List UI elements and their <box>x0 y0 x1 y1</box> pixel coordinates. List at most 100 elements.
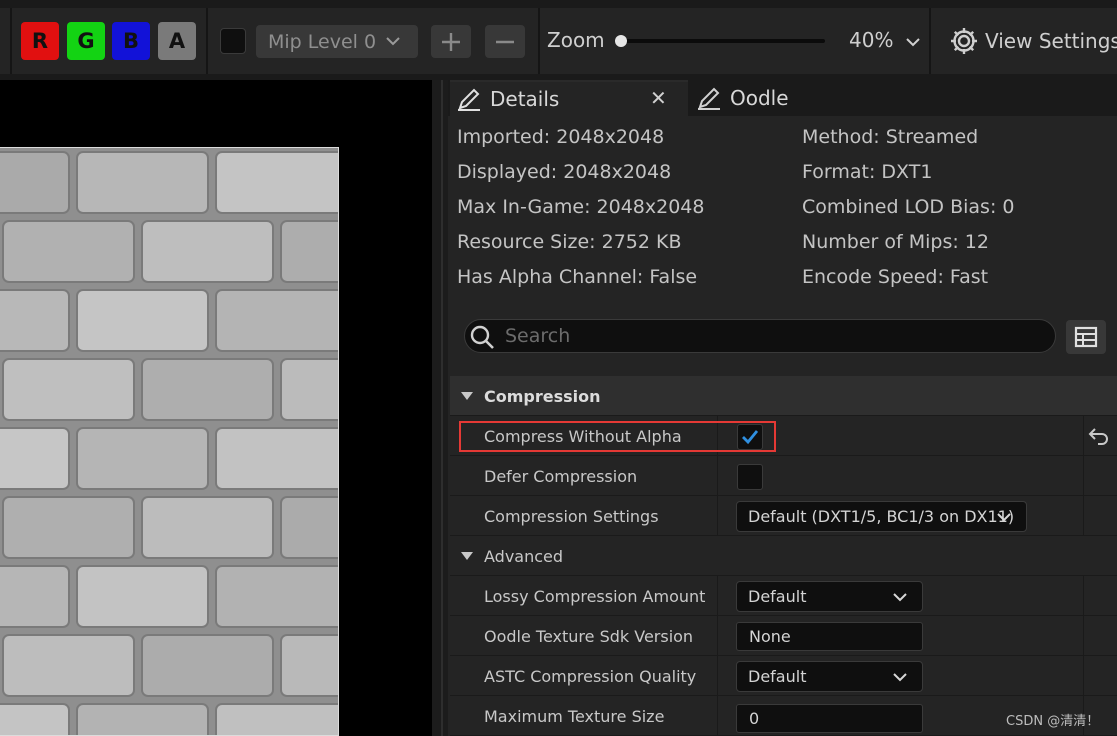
chevron-down-icon <box>906 37 920 46</box>
table-view-button[interactable] <box>1066 320 1106 354</box>
property-row-oodle-sdk-version: Oodle Texture Sdk Version None <box>450 616 1117 656</box>
property-label: Oodle Texture Sdk Version <box>484 626 694 646</box>
property-label: Maximum Texture Size <box>484 706 665 726</box>
gear-icon <box>951 28 977 54</box>
info-max-in-game: Max In-Game: 2048x2048 <box>457 196 705 218</box>
info-num-mips: Number of Mips: 12 <box>802 231 989 253</box>
brick <box>76 151 209 214</box>
column-divider <box>717 696 718 736</box>
tab-oodle-label: Oodle <box>730 86 789 110</box>
property-label: Defer Compression <box>484 466 638 486</box>
category-advanced[interactable]: Advanced <box>450 536 1117 576</box>
column-divider <box>1083 416 1084 456</box>
info-imported: Imported: 2048x2048 <box>457 126 665 148</box>
zoom-value-dropdown[interactable]: 40% <box>849 28 922 52</box>
astc-quality-dropdown[interactable]: Default <box>736 661 923 692</box>
toolbar-separator <box>206 8 208 74</box>
search-icon <box>470 325 494 349</box>
collapse-arrow-icon <box>461 552 473 560</box>
column-divider <box>1083 616 1084 656</box>
zoom-slider-track[interactable] <box>617 39 825 43</box>
oodle-sdk-version-field[interactable]: None <box>736 622 923 651</box>
view-settings-button[interactable]: View Settings <box>949 26 1117 56</box>
chevron-down-icon <box>997 513 1011 522</box>
info-format: Format: DXT1 <box>802 161 933 183</box>
column-divider <box>1083 656 1084 696</box>
dropdown-value: Default <box>748 667 807 686</box>
minus-icon <box>496 40 514 43</box>
defer-compression-checkbox[interactable] <box>737 464 763 490</box>
mip-increase-button[interactable] <box>431 25 471 58</box>
tab-oodle[interactable]: Oodle <box>690 80 890 116</box>
collapse-arrow-icon <box>461 392 473 400</box>
brick <box>2 496 135 559</box>
brick <box>215 289 338 352</box>
texture-preview-image <box>0 147 339 736</box>
brick-texture <box>0 148 338 735</box>
chevron-down-icon <box>893 593 907 602</box>
channel-b-button[interactable]: B <box>112 22 150 60</box>
column-divider <box>1083 496 1084 536</box>
property-label: Compression Settings <box>484 506 659 526</box>
column-divider <box>717 456 718 496</box>
max-texture-size-field[interactable]: 0 <box>736 704 923 733</box>
column-divider <box>717 496 718 536</box>
property-row-astc-quality: ASTC Compression Quality Default <box>450 656 1117 696</box>
brick <box>280 496 338 559</box>
brick <box>215 703 338 735</box>
category-compression-label: Compression <box>484 386 601 406</box>
mip-decrease-button[interactable] <box>485 25 525 58</box>
chevron-down-icon <box>386 37 400 46</box>
column-divider <box>1083 576 1084 616</box>
close-icon[interactable]: ✕ <box>650 86 667 110</box>
property-row-compression-settings: Compression Settings Default (DXT1/5, BC… <box>450 496 1117 536</box>
chevron-down-icon <box>893 673 907 682</box>
details-pencil-icon <box>458 88 480 111</box>
lossy-compression-dropdown[interactable]: Default <box>736 581 923 612</box>
brick <box>76 289 209 352</box>
brick <box>0 565 70 628</box>
brick <box>0 703 70 735</box>
brick <box>2 220 135 283</box>
search-input[interactable]: Search <box>464 319 1056 353</box>
brick <box>0 427 70 490</box>
highlight-box <box>459 421 776 452</box>
mip-level-checkbox[interactable] <box>220 28 246 54</box>
brick <box>0 151 70 214</box>
reset-to-default-icon[interactable] <box>1088 427 1110 445</box>
splitter-line <box>441 80 443 736</box>
category-advanced-label: Advanced <box>484 546 564 566</box>
zoom-label: Zoom <box>547 28 605 52</box>
property-label: ASTC Compression Quality <box>484 666 697 686</box>
brick <box>0 289 70 352</box>
channel-r-button[interactable]: R <box>21 22 59 60</box>
brick <box>2 634 135 697</box>
channel-a-button[interactable]: A <box>158 22 196 60</box>
property-label: Lossy Compression Amount <box>484 586 706 606</box>
plus-icon <box>442 32 460 51</box>
brick <box>215 565 338 628</box>
info-method: Method: Streamed <box>802 126 979 148</box>
search-placeholder: Search <box>505 325 571 347</box>
oodle-pencil-icon <box>698 87 720 110</box>
info-displayed: Displayed: 2048x2048 <box>457 161 672 183</box>
tab-details-label: Details <box>490 87 560 111</box>
channel-g-button[interactable]: G <box>67 22 105 60</box>
toolbar-separator <box>538 8 540 74</box>
category-compression[interactable]: Compression <box>450 376 1117 416</box>
info-encode-speed: Encode Speed: Fast <box>802 266 989 288</box>
property-row-defer-compression: Defer Compression <box>450 456 1117 496</box>
brick <box>141 220 274 283</box>
mip-level-label: Mip Level 0 <box>268 30 377 53</box>
compression-settings-dropdown[interactable]: Default (DXT1/5, BC1/3 on DX11) <box>736 501 1027 532</box>
brick <box>215 427 338 490</box>
brick <box>280 358 338 421</box>
column-divider <box>1083 456 1084 496</box>
column-divider <box>717 576 718 616</box>
info-lod-bias: Combined LOD Bias: 0 <box>802 196 1015 218</box>
brick <box>141 358 274 421</box>
mip-level-dropdown[interactable]: Mip Level 0 <box>256 25 418 58</box>
table-icon <box>1074 326 1098 348</box>
panel-splitter[interactable] <box>432 80 448 736</box>
dropdown-value: Default <box>748 587 807 606</box>
